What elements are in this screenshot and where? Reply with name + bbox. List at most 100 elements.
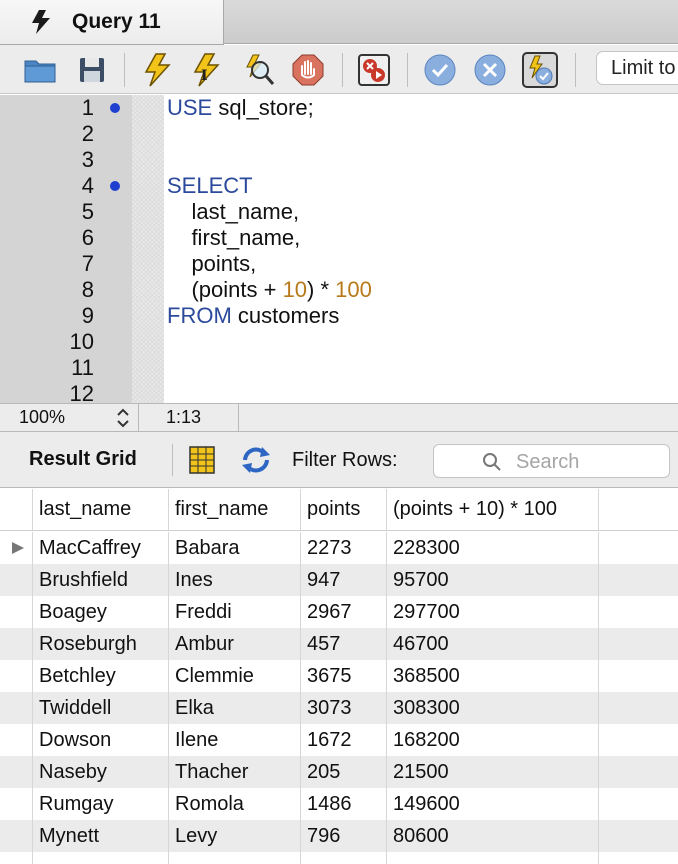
search-icon xyxy=(482,452,502,472)
code-line: 9 FROM customers xyxy=(81,303,340,328)
table-cell[interactable]: 21500 xyxy=(387,756,599,788)
table-cell[interactable]: 80600 xyxy=(387,820,599,852)
table-row[interactable]: Betchley Clemmie 3675 368500 xyxy=(0,660,678,692)
table-cell[interactable]: 149600 xyxy=(387,788,599,820)
table-row[interactable]: Brushfield Ines 947 95700 xyxy=(0,564,678,596)
table-cell[interactable]: Thacher xyxy=(169,756,301,788)
editor-status-bar: 100% 1:13 xyxy=(0,403,678,432)
code-line: 1 USE sql_store; xyxy=(81,95,314,120)
save-icon[interactable] xyxy=(74,52,110,88)
table-cell[interactable]: Freddi xyxy=(169,596,301,628)
table-cell[interactable]: 947 xyxy=(301,564,387,596)
table-row[interactable]: Rumgay Romola 1486 149600 xyxy=(0,788,678,820)
code-line: 7 points, xyxy=(81,251,257,276)
zoom-level[interactable]: 100% xyxy=(19,404,65,431)
execute-icon[interactable] xyxy=(139,52,175,88)
explain-icon[interactable] xyxy=(240,52,276,88)
filter-search-input[interactable]: Search xyxy=(433,444,670,478)
code-line: 6 first_name, xyxy=(81,225,301,250)
code-line: 3 xyxy=(81,147,94,172)
table-cell[interactable]: Clemmie xyxy=(169,660,301,692)
column-header[interactable]: (points + 10) * 100 xyxy=(387,489,599,530)
table-cell[interactable]: 457 xyxy=(301,628,387,660)
result-grid-tab[interactable]: Result Grid xyxy=(29,448,137,471)
table-row[interactable]: Naseby Thacher 205 21500 xyxy=(0,756,678,788)
table-cell[interactable]: Ambur xyxy=(169,628,301,660)
filter-rows-label: Filter Rows: xyxy=(292,449,398,471)
table-cell[interactable]: 1486 xyxy=(301,788,387,820)
table-row[interactable]: Roseburgh Ambur 457 46700 xyxy=(0,628,678,660)
stop-icon[interactable] xyxy=(290,52,326,88)
code-line: 2 xyxy=(81,121,94,146)
limit-rows-select[interactable]: Limit to xyxy=(596,51,678,85)
svg-text:I: I xyxy=(201,68,208,84)
search-placeholder: Search xyxy=(516,451,580,473)
column-header[interactable]: points xyxy=(301,489,387,530)
table-cell[interactable]: 228300 xyxy=(387,532,599,564)
current-row-arrow-icon xyxy=(12,542,24,554)
toggle-error-stop-icon[interactable] xyxy=(356,52,392,88)
table-row[interactable]: Mynett Levy 796 80600 xyxy=(0,820,678,852)
table-cell[interactable]: 168200 xyxy=(387,724,599,756)
refresh-icon[interactable] xyxy=(240,444,272,476)
code-line: 5 last_name, xyxy=(81,199,300,224)
table-cell[interactable]: Ines xyxy=(169,564,301,596)
zoom-stepper-icon[interactable] xyxy=(114,407,132,429)
execute-current-icon[interactable]: I xyxy=(188,52,224,88)
tab-query[interactable]: Query 11 xyxy=(0,0,224,45)
statement-marker xyxy=(110,103,120,113)
table-cell[interactable]: 796 xyxy=(301,820,387,852)
cursor-position: 1:13 xyxy=(166,407,202,427)
column-header[interactable]: last_name xyxy=(33,489,169,530)
table-cell[interactable]: 3675 xyxy=(301,660,387,692)
table-row[interactable]: MacCaffrey Babara 2273 228300 xyxy=(0,532,678,564)
rollback-icon[interactable] xyxy=(472,52,508,88)
column-header[interactable]: first_name xyxy=(169,489,301,530)
table-cell[interactable]: Brushfield xyxy=(33,564,169,596)
table-cell[interactable]: Mynett xyxy=(33,820,169,852)
result-toolbar: Result Grid Filter Rows: Search xyxy=(0,432,678,488)
table-cell[interactable]: Levy xyxy=(169,820,301,852)
tab-title: Query 11 xyxy=(72,10,161,33)
table-cell[interactable]: Twiddell xyxy=(33,692,169,724)
code-line: 8 (points + 10) * 100 xyxy=(81,277,372,302)
table-cell[interactable]: Babara xyxy=(169,532,301,564)
table-cell[interactable]: 368500 xyxy=(387,660,599,692)
sql-editor[interactable]: 1 USE sql_store; 2 3 4 SELECT 5 last_nam… xyxy=(0,95,678,403)
table-cell[interactable]: 95700 xyxy=(387,564,599,596)
table-cell[interactable]: Roseburgh xyxy=(33,628,169,660)
autocommit-icon[interactable] xyxy=(522,52,558,88)
commit-icon[interactable] xyxy=(422,52,458,88)
table-cell[interactable]: 1672 xyxy=(301,724,387,756)
table-header: last_name first_name points (points + 10… xyxy=(0,489,678,531)
table-cell[interactable]: Romola xyxy=(169,788,301,820)
table-cell[interactable]: Dowson xyxy=(33,724,169,756)
table-cell[interactable]: Betchley xyxy=(33,660,169,692)
table-row xyxy=(0,852,678,864)
code-line: 12 xyxy=(69,381,94,403)
lightning-icon xyxy=(30,9,52,35)
table-cell[interactable]: 205 xyxy=(301,756,387,788)
table-cell[interactable]: 3073 xyxy=(301,692,387,724)
table-cell[interactable]: 308300 xyxy=(387,692,599,724)
form-editor-icon[interactable] xyxy=(186,444,218,476)
table-cell[interactable]: 2967 xyxy=(301,596,387,628)
table-cell[interactable]: Elka xyxy=(169,692,301,724)
tab-bar: Query 11 xyxy=(0,0,678,45)
table-cell[interactable]: Ilene xyxy=(169,724,301,756)
open-folder-icon[interactable] xyxy=(22,52,58,88)
code-line: 4 SELECT xyxy=(81,173,253,198)
table-cell[interactable]: MacCaffrey xyxy=(33,532,169,564)
code-line: 11 xyxy=(71,355,94,380)
table-row[interactable]: Boagey Freddi 2967 297700 xyxy=(0,596,678,628)
table-row[interactable]: Dowson Ilene 1672 168200 xyxy=(0,724,678,756)
query-toolbar: I Limit to xyxy=(0,45,678,94)
table-cell[interactable]: 46700 xyxy=(387,628,599,660)
result-grid[interactable]: last_name first_name points (points + 10… xyxy=(0,489,678,864)
table-cell[interactable]: 297700 xyxy=(387,596,599,628)
table-cell[interactable]: 2273 xyxy=(301,532,387,564)
table-cell[interactable]: Rumgay xyxy=(33,788,169,820)
table-row[interactable]: Twiddell Elka 3073 308300 xyxy=(0,692,678,724)
table-cell[interactable]: Boagey xyxy=(33,596,169,628)
table-cell[interactable]: Naseby xyxy=(33,756,169,788)
